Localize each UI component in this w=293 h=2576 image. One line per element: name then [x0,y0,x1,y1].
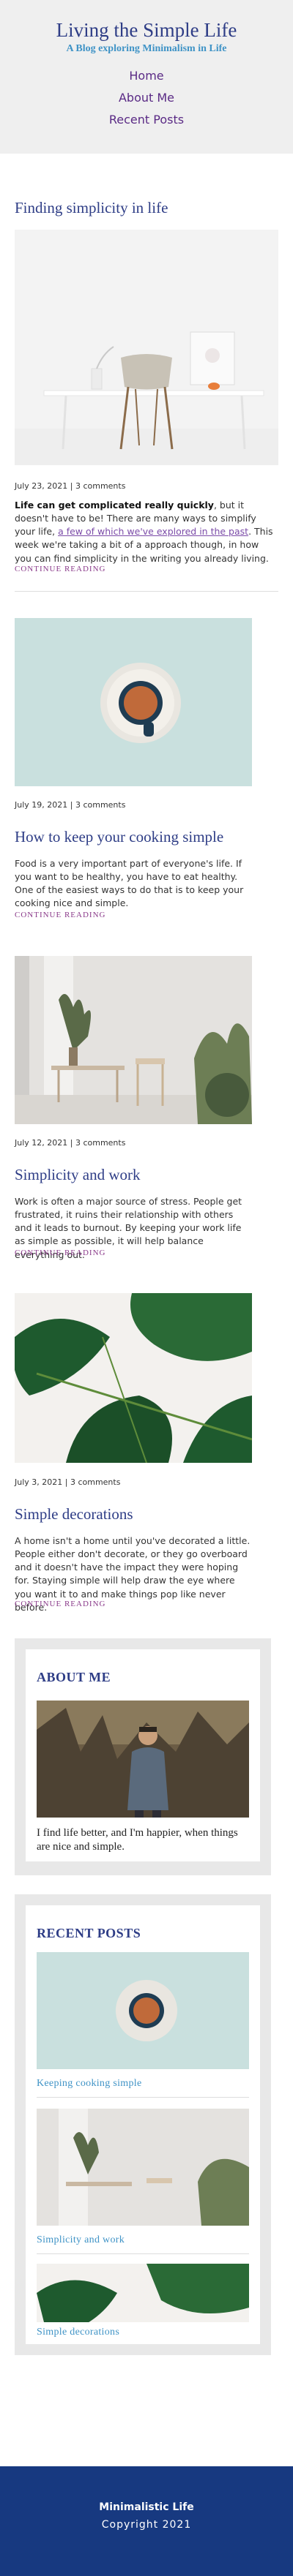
nav-home-link[interactable]: Home [0,65,293,87]
post-divider [15,591,278,592]
main-content: Finding simplicity in life July 23, 2021… [0,154,293,2576]
post-meta: July 3, 2021 | 3 comments [15,1477,121,1487]
post-title[interactable]: Simplicity and work [15,1166,141,1184]
recent-posts-widget: RECENT POSTS Keeping cooking simple Simp… [15,1894,271,2355]
recent-post-thumb[interactable] [37,2109,249,2226]
footer-copyright: Copyright 2021 [101,2519,192,2531]
post-meta: July 12, 2021 | 3 comments [15,1138,126,1148]
excerpt-inline-link[interactable]: a few of which we've explored in the pas… [58,526,248,537]
coffee-photo-svg [15,618,252,786]
coffee-thumb-svg [37,1952,249,2069]
main-nav: Home About Me Recent Posts [0,65,293,131]
recent-post-link[interactable]: Keeping cooking simple [37,2078,141,2090]
post-lead-text: Life can get complicated really quickly [15,500,214,511]
nav-recent-link[interactable]: Recent Posts [0,109,293,131]
post-meta: July 23, 2021 | 3 comments [15,481,126,491]
post-image-coffee[interactable] [15,618,252,786]
continue-reading-link[interactable]: CONTINUE READING [15,911,105,919]
site-title: Living the Simple Life [56,19,237,41]
recent-divider [37,2097,249,2098]
footer-site-name: Minimalistic Life [99,2501,194,2513]
post-meta: July 19, 2021 | 3 comments [15,800,126,810]
desk-photo-svg [15,230,278,465]
post-excerpt: Life can get complicated really quickly,… [15,499,275,565]
post-image-leaves[interactable] [15,1293,252,1463]
about-title: ABOUT ME [37,1670,111,1684]
post-image-chairs[interactable] [15,956,252,1124]
about-card: ABOUT ME I find life better, and I'm hap… [26,1649,260,1861]
author-photo [37,1701,249,1818]
continue-reading-link[interactable]: CONTINUE READING [15,1600,105,1608]
continue-reading-link[interactable]: CONTINUE READING [15,1249,105,1257]
leaves-photo-svg [15,1293,252,1463]
continue-reading-link[interactable]: CONTINUE READING [15,565,105,573]
site-tagline: A Blog exploring Minimalism in Life [66,43,227,55]
about-text: I find life better, and I'm happier, whe… [37,1827,238,1853]
recent-posts-title: RECENT POSTS [37,1926,141,1940]
recent-post-thumb[interactable] [37,1952,249,2069]
post-image-desk[interactable] [15,230,278,465]
leaves-thumb-svg [37,2264,249,2322]
post-title[interactable]: Simple decorations [15,1505,133,1524]
site-footer: Minimalistic Life Copyright 2021 [0,2466,293,2576]
site-header: Living the Simple Life A Blog exploring … [0,0,293,154]
recent-post-link[interactable]: Simple decorations [37,2327,119,2338]
chairs-photo-svg [15,956,252,1124]
post-title[interactable]: How to keep your cooking simple [15,828,223,846]
chairs-thumb-svg [37,2109,249,2226]
post-title[interactable]: Finding simplicity in life [15,199,168,217]
nav-about-link[interactable]: About Me [0,87,293,109]
recent-post-thumb[interactable] [37,2264,249,2322]
recent-divider [37,2253,249,2254]
author-photo-svg [37,1701,249,1818]
recent-post-link[interactable]: Simplicity and work [37,2234,125,2246]
post-excerpt: Food is a very important part of everyon… [15,858,244,909]
about-widget: ABOUT ME I find life better, and I'm hap… [15,1638,271,1875]
recent-posts-card: RECENT POSTS Keeping cooking simple Simp… [26,1905,260,2344]
